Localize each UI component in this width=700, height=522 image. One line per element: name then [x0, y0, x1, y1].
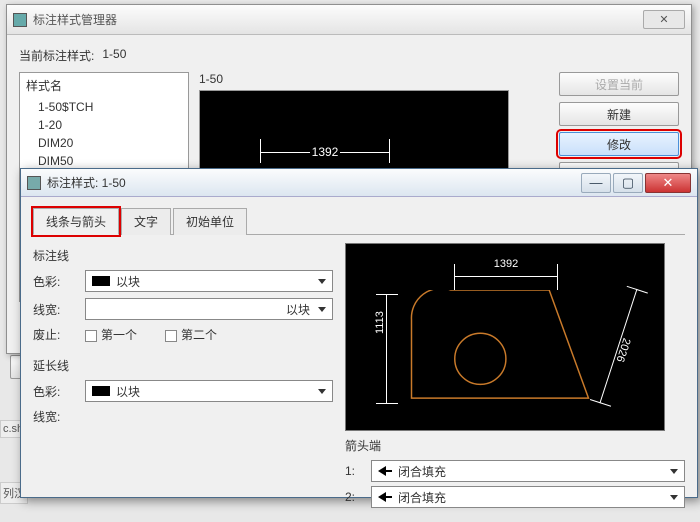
dsm-titlebar[interactable]: 标注样式管理器 ✕	[7, 5, 691, 35]
dsm-preview-label: 1-50	[199, 72, 509, 90]
style-list-header: 样式名	[20, 73, 188, 98]
tab-units[interactable]: 初始单位	[173, 208, 247, 235]
close-button[interactable]: ✕	[645, 173, 691, 193]
color-label: 色彩:	[33, 273, 77, 290]
dse-title: 标注样式: 1-50	[47, 174, 126, 191]
set-current-button[interactable]: 设置当前	[559, 72, 679, 96]
color-swatch-icon	[92, 276, 110, 286]
preview-left-dim: 1113	[376, 294, 396, 404]
style-list-item[interactable]: 1-20	[20, 116, 188, 134]
tab-strip: 线条与箭头 文字 初始单位	[33, 207, 685, 235]
current-style-label: 当前标注样式:	[19, 47, 94, 64]
style-list-item[interactable]: 1-50$TCH	[20, 98, 188, 116]
ext-lineweight-label: 线宽:	[33, 408, 77, 425]
color-swatch-icon	[92, 386, 110, 396]
dsm-title: 标注样式管理器	[33, 11, 117, 28]
lineweight-label: 线宽:	[33, 301, 77, 318]
dim-style-editor-window: 标注样式: 1-50 — ▢ ✕ 线条与箭头 文字 初始单位 标注线 色彩: 以…	[20, 168, 698, 498]
suppress-second-checkbox[interactable]: 第二个	[165, 326, 217, 343]
arrow1-dropdown[interactable]: 闭合填充	[371, 460, 685, 482]
preview-diag-dim: 2026	[590, 286, 646, 406]
dse-titlebar[interactable]: 标注样式: 1-50 — ▢ ✕	[21, 169, 697, 197]
dimlines-group-label: 标注线	[33, 247, 333, 264]
arrow2-dropdown[interactable]: 闭合填充	[371, 486, 685, 508]
ext-color-label: 色彩:	[33, 383, 77, 400]
dse-preview-canvas: 1392 1113 2026	[345, 243, 665, 431]
suppress-first-checkbox[interactable]: 第一个	[85, 326, 137, 343]
app-icon	[13, 13, 27, 27]
chevron-down-icon	[670, 495, 678, 500]
tab-text[interactable]: 文字	[121, 208, 171, 235]
extline-color-dropdown[interactable]: 以块	[85, 380, 333, 402]
new-button[interactable]: 新建	[559, 102, 679, 126]
suppress-label: 废止:	[33, 326, 77, 343]
dimline-lineweight-dropdown[interactable]: 以块	[85, 298, 333, 320]
closed-filled-arrow-icon	[378, 466, 392, 476]
app-icon	[27, 176, 41, 190]
modify-button[interactable]: 修改	[559, 132, 679, 156]
dimline-color-dropdown[interactable]: 以块	[85, 270, 333, 292]
closed-filled-arrow-icon	[378, 492, 392, 502]
arrow2-label: 2:	[345, 490, 363, 504]
current-style-value: 1-50	[102, 47, 126, 64]
maximize-button[interactable]: ▢	[613, 173, 643, 193]
chevron-down-icon	[670, 469, 678, 474]
style-list-item[interactable]: DIM20	[20, 134, 188, 152]
tab-lines-arrows[interactable]: 线条与箭头	[33, 208, 119, 235]
preview-top-dim: 1392	[454, 258, 558, 270]
preview-geometry	[410, 290, 590, 408]
chevron-down-icon	[318, 389, 326, 394]
arrow1-label: 1:	[345, 464, 363, 478]
dsm-close-button[interactable]: ✕	[643, 10, 685, 29]
arrowheads-group-label: 箭头端	[345, 437, 685, 454]
chevron-down-icon	[318, 307, 326, 312]
extlines-group-label: 延长线	[33, 357, 333, 374]
chevron-down-icon	[318, 279, 326, 284]
dsm-preview-dim: 1392	[260, 141, 390, 163]
minimize-button[interactable]: —	[581, 173, 611, 193]
